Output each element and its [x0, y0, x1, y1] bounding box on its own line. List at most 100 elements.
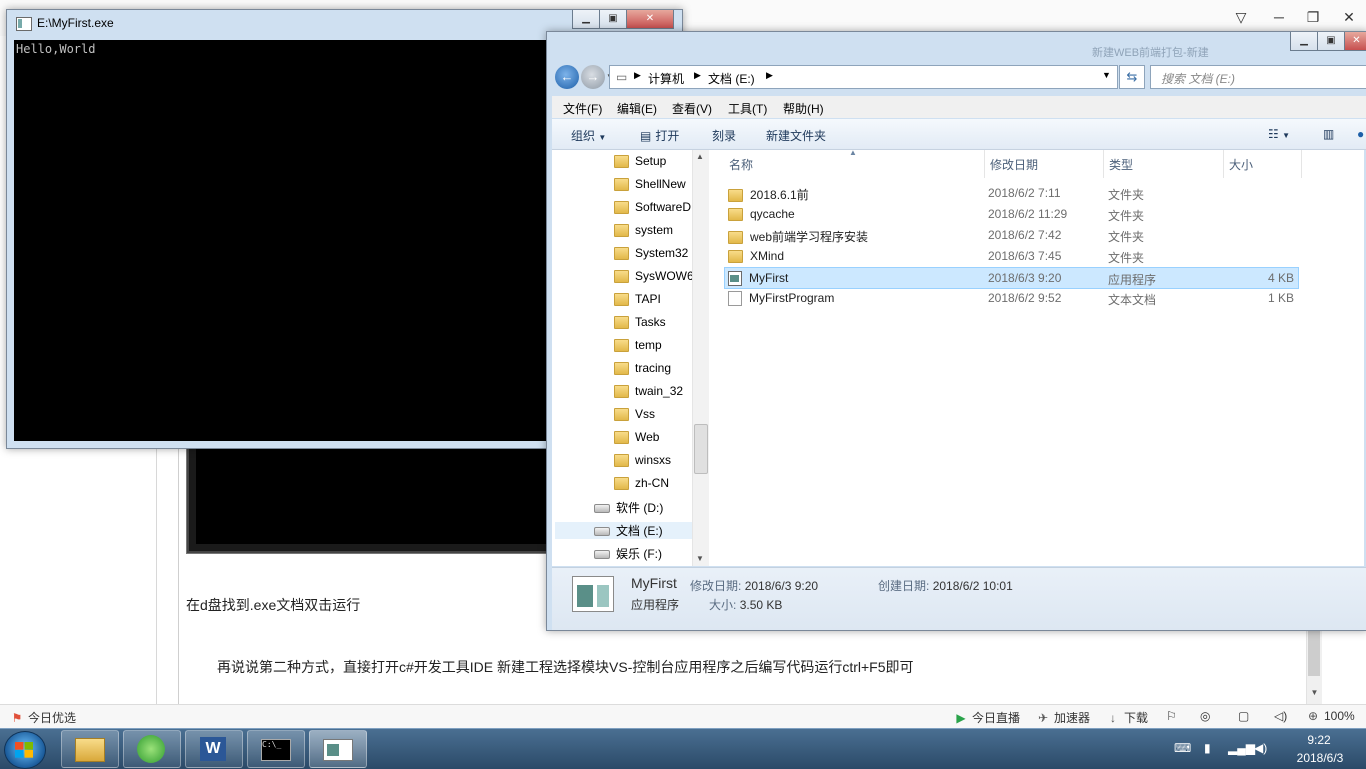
accelerator-button[interactable]: ✈ 加速器 — [1036, 709, 1090, 726]
tree-item-label: twain_32 — [635, 384, 684, 398]
refresh-button[interactable]: ⇆ — [1119, 65, 1145, 89]
console-maximize-button[interactable]: ▣ — [599, 10, 627, 29]
tree-item[interactable]: zh-CN — [614, 476, 670, 491]
taskbar-explorer-icon[interactable] — [61, 730, 119, 768]
start-button[interactable] — [4, 731, 46, 769]
menu-edit[interactable]: 编辑(E) — [617, 100, 657, 117]
search-input[interactable]: 搜索 文档 (E:) — [1150, 65, 1366, 89]
column-modified[interactable]: 修改日期 — [990, 156, 1038, 173]
scroll-down-arrow-icon[interactable]: ▼ — [696, 554, 704, 563]
volume-icon[interactable]: ◁) — [1274, 709, 1287, 723]
taskbar-browser-icon[interactable] — [123, 730, 181, 768]
taskbar-cmd-icon[interactable]: C:\_ — [247, 730, 305, 768]
tree-item[interactable]: Setup — [614, 154, 666, 169]
organize-button[interactable]: 组织 ▼ — [571, 127, 606, 144]
tree-item[interactable]: tracing — [614, 361, 671, 376]
tree-item-label: Web — [635, 430, 660, 444]
breadcrumb-computer[interactable]: 计算机 — [648, 70, 684, 87]
file-row[interactable]: web前端学习程序安装 2018/6/2 7:42 文件夹 — [725, 225, 1298, 245]
tree-item[interactable]: 文档 (E:) — [555, 522, 692, 539]
column-type[interactable]: 类型 — [1109, 156, 1133, 173]
explorer-close-button[interactable]: ✕ — [1344, 32, 1366, 51]
help-icon[interactable]: ● — [1357, 127, 1364, 141]
column-size[interactable]: 大小 — [1229, 156, 1253, 173]
clock-time[interactable]: 9:22 — [1284, 733, 1354, 747]
explorer-maximize-button[interactable]: ▣ — [1317, 32, 1345, 51]
burn-button[interactable]: 刻录 — [712, 127, 736, 144]
tree-item[interactable]: TAPI — [614, 292, 661, 307]
tree-item[interactable]: winsxs — [614, 453, 671, 468]
selected-file-icon — [572, 576, 614, 612]
scrollbar-thumb[interactable] — [1308, 630, 1320, 676]
forward-arrow-icon[interactable]: → — [581, 65, 605, 89]
details-modified-label: 修改日期: — [690, 579, 742, 593]
file-row[interactable]: qycache 2018/6/2 11:29 文件夹 — [725, 204, 1298, 224]
new-folder-button[interactable]: 新建文件夹 — [766, 127, 826, 144]
download-button[interactable]: ↓ 下载 — [1106, 709, 1148, 726]
pin-icon[interactable]: ▽ — [1226, 6, 1256, 28]
breadcrumb-separator-icon: ▶ — [694, 70, 701, 80]
network-signal-icon[interactable]: ▂▄▆ — [1228, 741, 1255, 755]
file-row[interactable]: MyFirst 2018/6/3 9:20 应用程序 4 KB — [724, 267, 1299, 289]
explorer-window[interactable]: 新建WEB前端打包-新建 ▁ ▣ ✕ ← → ▼ ▭ ▶ 计算机 ▶ 文档 (E… — [546, 31, 1366, 631]
taskbar-word-icon[interactable]: W — [185, 730, 243, 768]
column-name[interactable]: 名称 — [729, 156, 753, 173]
scroll-up-arrow-icon[interactable]: ▲ — [696, 152, 704, 161]
tree-item-label: zh-CN — [635, 476, 670, 490]
file-modified: 2018/6/2 7:42 — [988, 228, 1062, 242]
breadcrumb-drive-e[interactable]: 文档 (E:) — [708, 70, 755, 87]
tree-item[interactable]: SoftwareD — [614, 200, 691, 215]
tree-item[interactable]: SysWOW6 — [614, 269, 694, 284]
tree-item[interactable]: temp — [614, 338, 662, 353]
tree-item[interactable]: 软件 (D:) — [594, 499, 663, 516]
details-file-name: MyFirst — [631, 575, 677, 591]
zoom-control[interactable]: ⊕ 100% — [1306, 709, 1355, 723]
details-created-value: 2018/6/2 10:01 — [932, 579, 1013, 593]
file-type: 文本文档 — [1108, 293, 1157, 307]
speaker-icon[interactable]: ◀) — [1254, 741, 1267, 755]
tree-item[interactable]: 娱乐 (F:) — [594, 545, 662, 562]
tree-item[interactable]: Tasks — [614, 315, 666, 330]
console-minimize-button[interactable]: ▁ — [572, 10, 600, 29]
battery-icon[interactable]: ▮ — [1204, 741, 1211, 755]
file-row[interactable]: XMind 2018/6/3 7:45 文件夹 — [725, 246, 1298, 266]
address-dropdown-icon[interactable]: ▼ — [1102, 70, 1111, 80]
console-close-button[interactable]: ✕ — [626, 10, 674, 29]
back-arrow-icon[interactable]: ← — [555, 65, 579, 89]
flag-icon[interactable]: ⚐ — [1166, 709, 1177, 723]
minimize-button[interactable]: ─ — [1264, 6, 1294, 28]
file-name-cell: web前端学习程序安装 — [728, 228, 868, 245]
open-button[interactable]: ▤ 打开 — [640, 127, 679, 144]
maximize-button[interactable]: ❐ — [1298, 6, 1328, 28]
tree-item[interactable]: system — [614, 223, 673, 238]
view-options-icon[interactable]: ☷ ▼ — [1268, 127, 1290, 141]
menu-view[interactable]: 查看(V) — [672, 100, 712, 117]
zoom-icon: ⊕ — [1307, 709, 1319, 723]
taskbar-myfirst-icon[interactable] — [309, 730, 367, 768]
nav-scrollbar-thumb[interactable] — [694, 424, 708, 474]
tree-item[interactable]: Web — [614, 430, 660, 445]
today-picks-link[interactable]: ⚑ 今日优选 — [10, 709, 76, 726]
article-caption: 在d盘找到.exe文档双击运行 — [186, 597, 361, 613]
tree-item[interactable]: twain_32 — [614, 384, 684, 399]
live-link[interactable]: ▶ 今日直播 — [954, 709, 1020, 726]
tree-item[interactable]: System32 — [614, 246, 688, 261]
browser-icon[interactable]: ◎ — [1200, 709, 1210, 723]
preview-pane-icon[interactable]: ▥ — [1323, 127, 1334, 141]
keyboard-icon[interactable]: ⌨ — [1174, 741, 1191, 755]
close-button[interactable]: ✕ — [1334, 6, 1364, 28]
address-bar[interactable]: ▭ ▶ 计算机 ▶ 文档 (E:) ▶ ▼ — [609, 65, 1118, 89]
nav-scrollbar[interactable]: ▲ ▼ — [692, 150, 709, 566]
menu-tools[interactable]: 工具(T) — [728, 100, 767, 117]
file-row[interactable]: MyFirstProgram 2018/6/2 9:52 文本文档 1 KB — [725, 288, 1298, 308]
menu-help[interactable]: 帮助(H) — [783, 100, 824, 117]
menu-file[interactable]: 文件(F) — [563, 100, 602, 117]
explorer-minimize-button[interactable]: ▁ — [1290, 32, 1318, 51]
page-scrollbar[interactable]: ▼ — [1306, 628, 1322, 704]
clock-date[interactable]: 2018/6/3 — [1280, 751, 1360, 765]
tree-item[interactable]: Vss — [614, 407, 655, 422]
window-icon[interactable]: ▢ — [1238, 709, 1249, 723]
tree-item[interactable]: ShellNew — [614, 177, 686, 192]
file-row[interactable]: 2018.6.1前 2018/6/2 7:11 文件夹 — [725, 183, 1298, 203]
scroll-down-arrow-icon[interactable]: ▼ — [1308, 688, 1321, 700]
